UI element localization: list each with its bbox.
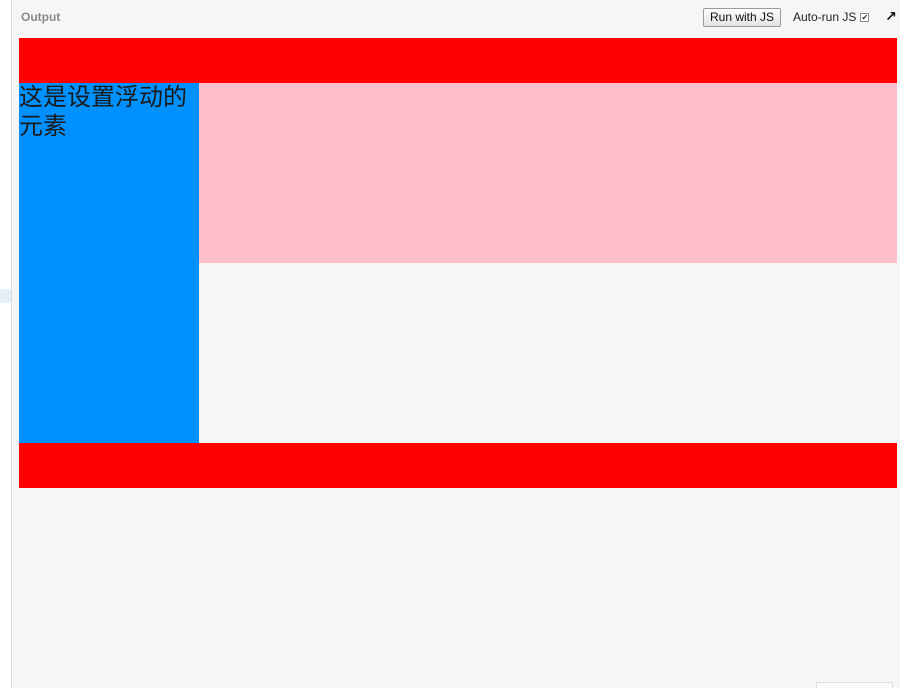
divider-marker: [0, 289, 11, 303]
autorun-label: Auto-run JS: [793, 10, 857, 24]
rendered-output: 这是设置浮动的元素: [19, 38, 897, 488]
autorun-checkbox[interactable]: ✔: [860, 12, 870, 22]
footer-bar: [19, 443, 897, 488]
floating-element: 这是设置浮动的元素: [19, 83, 199, 443]
autorun-control[interactable]: Auto-run JS ✔: [793, 9, 870, 25]
output-toolbar: Output Run with JS Auto-run JS ✔ ↗: [12, 0, 900, 34]
editor-divider[interactable]: [0, 0, 12, 688]
header-bar: [19, 38, 897, 83]
run-with-js-button[interactable]: Run with JS: [703, 8, 781, 27]
output-panel: Output Run with JS Auto-run JS ✔ ↗ 这是设置浮…: [0, 0, 900, 688]
bottom-right-tab[interactable]: [816, 682, 893, 688]
external-arrow-icon[interactable]: ↗: [884, 8, 898, 24]
output-title: Output: [21, 10, 61, 24]
floating-element-text: 这是设置浮动的元素: [19, 83, 187, 140]
